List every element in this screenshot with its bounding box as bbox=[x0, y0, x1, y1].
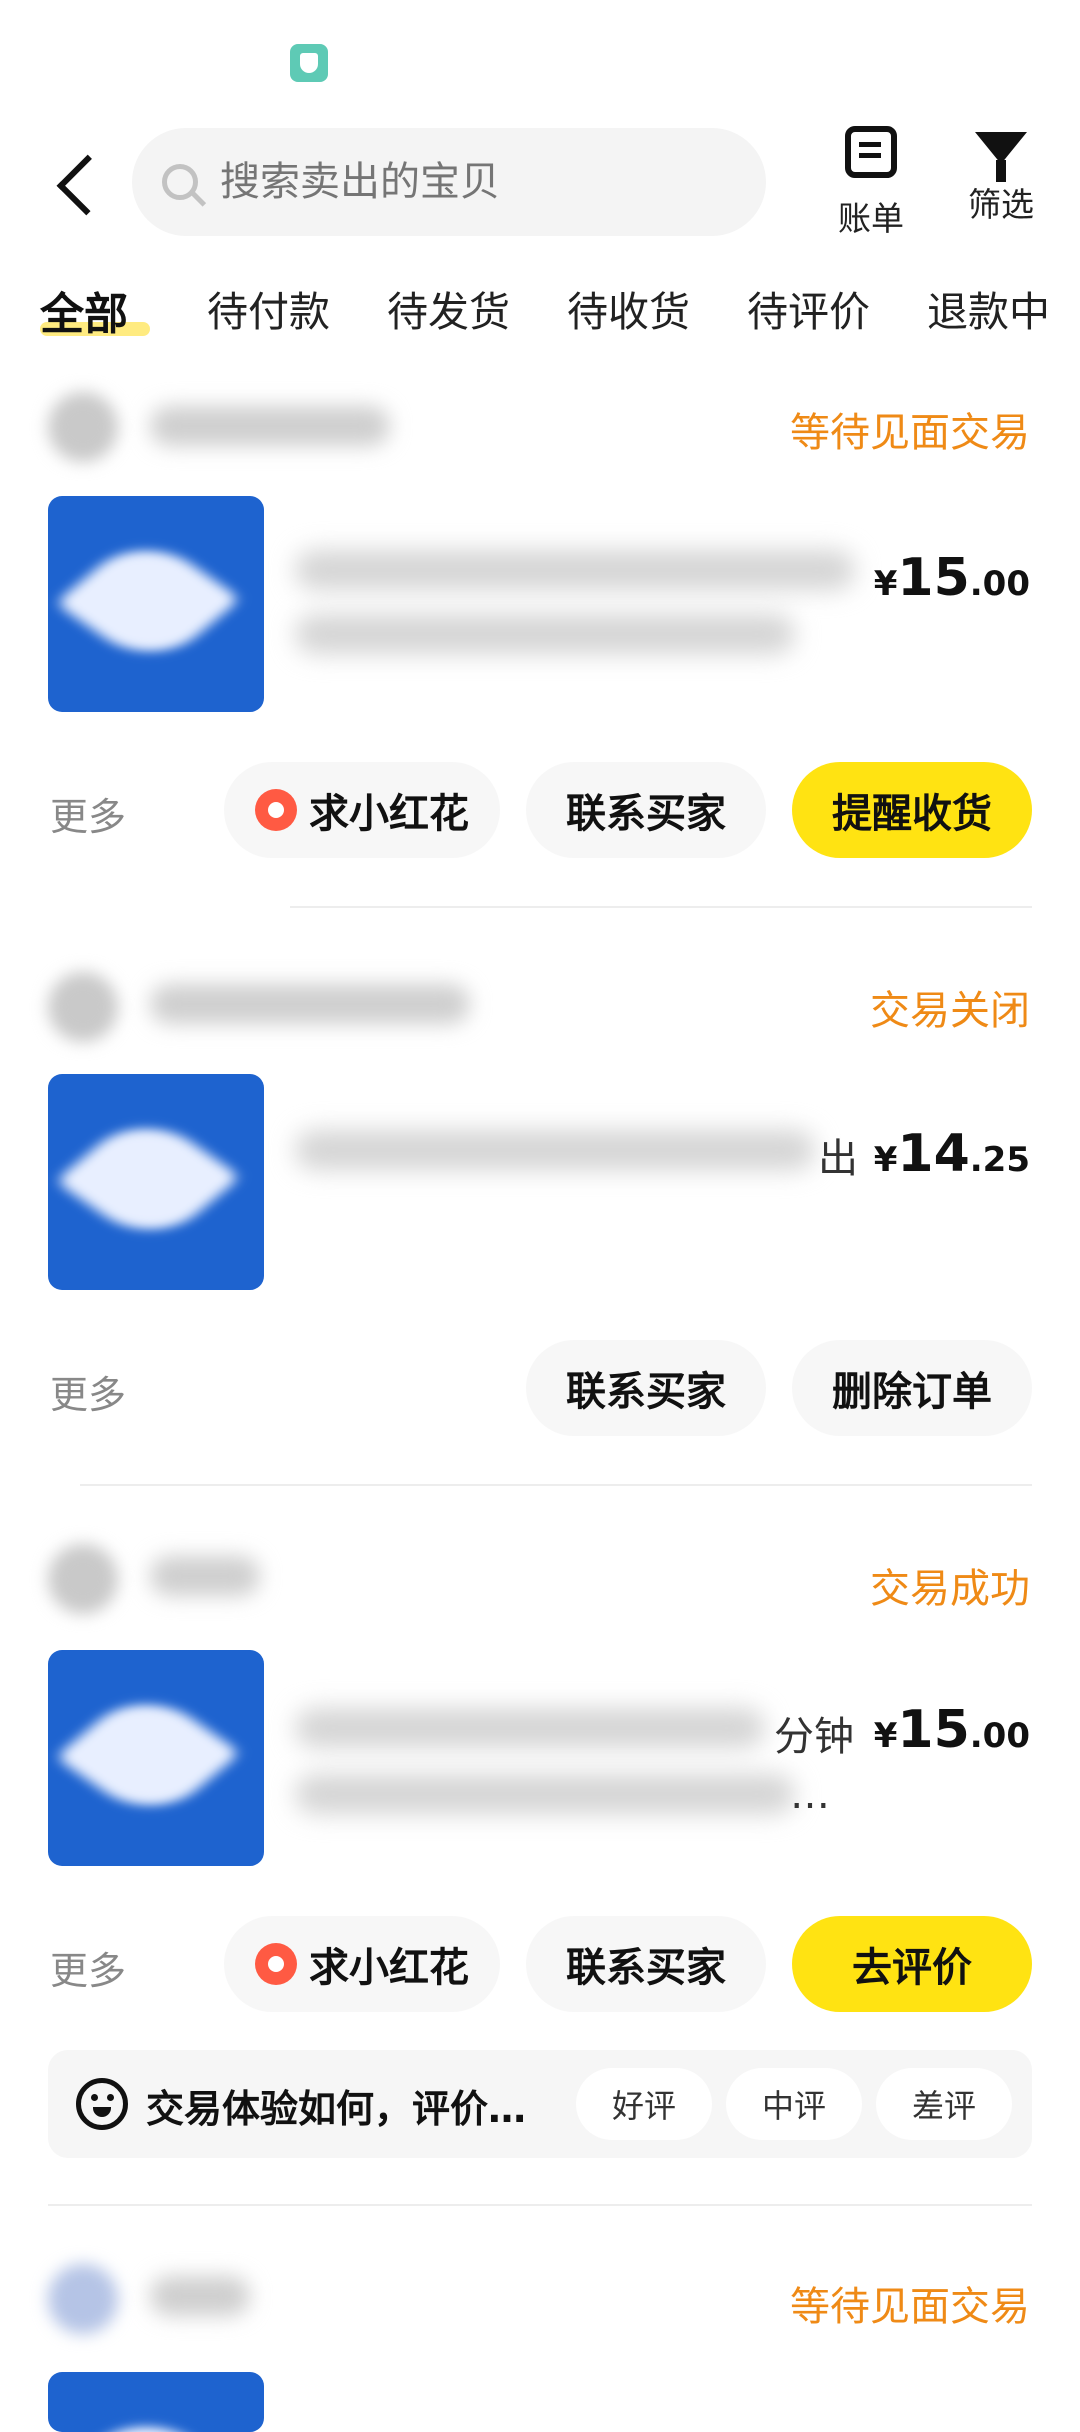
buyer-name bbox=[150, 406, 390, 446]
product-thumbnail bbox=[48, 496, 264, 712]
back-button[interactable] bbox=[48, 150, 118, 220]
tab-all[interactable]: 全部 bbox=[40, 278, 128, 342]
flower-icon bbox=[255, 789, 297, 831]
review-prompt-box: 交易体验如何，评价… 好评 中评 差评 bbox=[48, 2050, 1032, 2158]
tab-pending-shipment[interactable]: 待发货 bbox=[387, 278, 510, 338]
order-status: 等待见面交易 bbox=[790, 2284, 1030, 2330]
write-review-button[interactable]: 去评价 bbox=[792, 1916, 1032, 2012]
bill-button[interactable]: 账单 bbox=[816, 126, 926, 240]
product-thumbnail bbox=[48, 2372, 264, 2432]
bill-label: 账单 bbox=[838, 199, 904, 238]
tab-pending-receipt[interactable]: 待收货 bbox=[567, 278, 690, 338]
buyer-avatar bbox=[48, 392, 118, 462]
contact-buyer-button[interactable]: 联系买家 bbox=[526, 1916, 766, 2012]
rate-neutral-button[interactable]: 中评 bbox=[726, 2068, 862, 2140]
more-button[interactable]: 更多 bbox=[50, 786, 126, 841]
product-title-tail: 出 bbox=[818, 1136, 858, 1182]
product-title bbox=[295, 1130, 815, 1170]
chevron-left-icon bbox=[56, 154, 118, 216]
more-button[interactable]: 更多 bbox=[50, 1940, 126, 1995]
order-price: ¥14.25 bbox=[873, 1124, 1030, 1184]
tab-pending-payment[interactable]: 待付款 bbox=[207, 278, 330, 338]
bill-icon bbox=[845, 126, 897, 178]
review-prompt-text: 交易体验如何，评价… bbox=[146, 2087, 527, 2131]
tab-refunding[interactable]: 退款中 bbox=[927, 278, 1050, 338]
filter-button[interactable]: 筛选 bbox=[946, 126, 1056, 226]
more-button[interactable]: 更多 bbox=[50, 1364, 126, 1419]
remind-receipt-button[interactable]: 提醒收货 bbox=[792, 762, 1032, 858]
smiley-face-icon bbox=[76, 2078, 128, 2130]
filter-label: 筛选 bbox=[968, 185, 1034, 224]
product-title-line2 bbox=[295, 614, 795, 654]
product-title-line2 bbox=[295, 1774, 795, 1814]
filter-icon bbox=[975, 132, 1027, 182]
buyer-name bbox=[150, 2276, 250, 2316]
rate-good-button[interactable]: 好评 bbox=[576, 2068, 712, 2140]
contact-buyer-button[interactable]: 联系买家 bbox=[526, 1340, 766, 1436]
product-thumbnail bbox=[48, 1074, 264, 1290]
contact-buyer-button[interactable]: 联系买家 bbox=[526, 762, 766, 858]
divider bbox=[48, 2204, 1032, 2206]
status-bar-app-icon bbox=[290, 44, 328, 82]
product-title-tail: 分钟 bbox=[774, 1714, 854, 1760]
search-icon bbox=[162, 164, 198, 200]
order-status: 等待见面交易 bbox=[790, 410, 1030, 456]
tab-pending-review[interactable]: 待评价 bbox=[747, 278, 870, 338]
buyer-name bbox=[150, 984, 470, 1024]
order-status: 交易关闭 bbox=[870, 988, 1030, 1034]
buyer-avatar bbox=[48, 2264, 118, 2334]
ask-flower-button[interactable]: 求小红花 bbox=[224, 1916, 500, 2012]
divider bbox=[290, 906, 1032, 908]
flower-icon bbox=[255, 1943, 297, 1985]
rate-bad-button[interactable]: 差评 bbox=[876, 2068, 1012, 2140]
divider bbox=[80, 1484, 1032, 1486]
buyer-avatar bbox=[48, 972, 118, 1042]
product-title bbox=[295, 1708, 765, 1748]
product-title bbox=[295, 550, 855, 590]
order-status: 交易成功 bbox=[870, 1566, 1030, 1612]
order-price: ¥15.00 bbox=[873, 1700, 1030, 1760]
ask-flower-button[interactable]: 求小红花 bbox=[224, 762, 500, 858]
product-title-ellipsis: … bbox=[790, 1772, 830, 1818]
order-tabs: 全部 待付款 待发货 待收货 待评价 退款中 bbox=[0, 278, 1080, 348]
search-bar[interactable] bbox=[132, 128, 766, 236]
search-input[interactable] bbox=[218, 158, 722, 206]
buyer-avatar bbox=[48, 1544, 118, 1614]
product-thumbnail bbox=[48, 1650, 264, 1866]
order-price: ¥15.00 bbox=[873, 548, 1030, 608]
delete-order-button[interactable]: 删除订单 bbox=[792, 1340, 1032, 1436]
buyer-name bbox=[150, 1556, 260, 1596]
